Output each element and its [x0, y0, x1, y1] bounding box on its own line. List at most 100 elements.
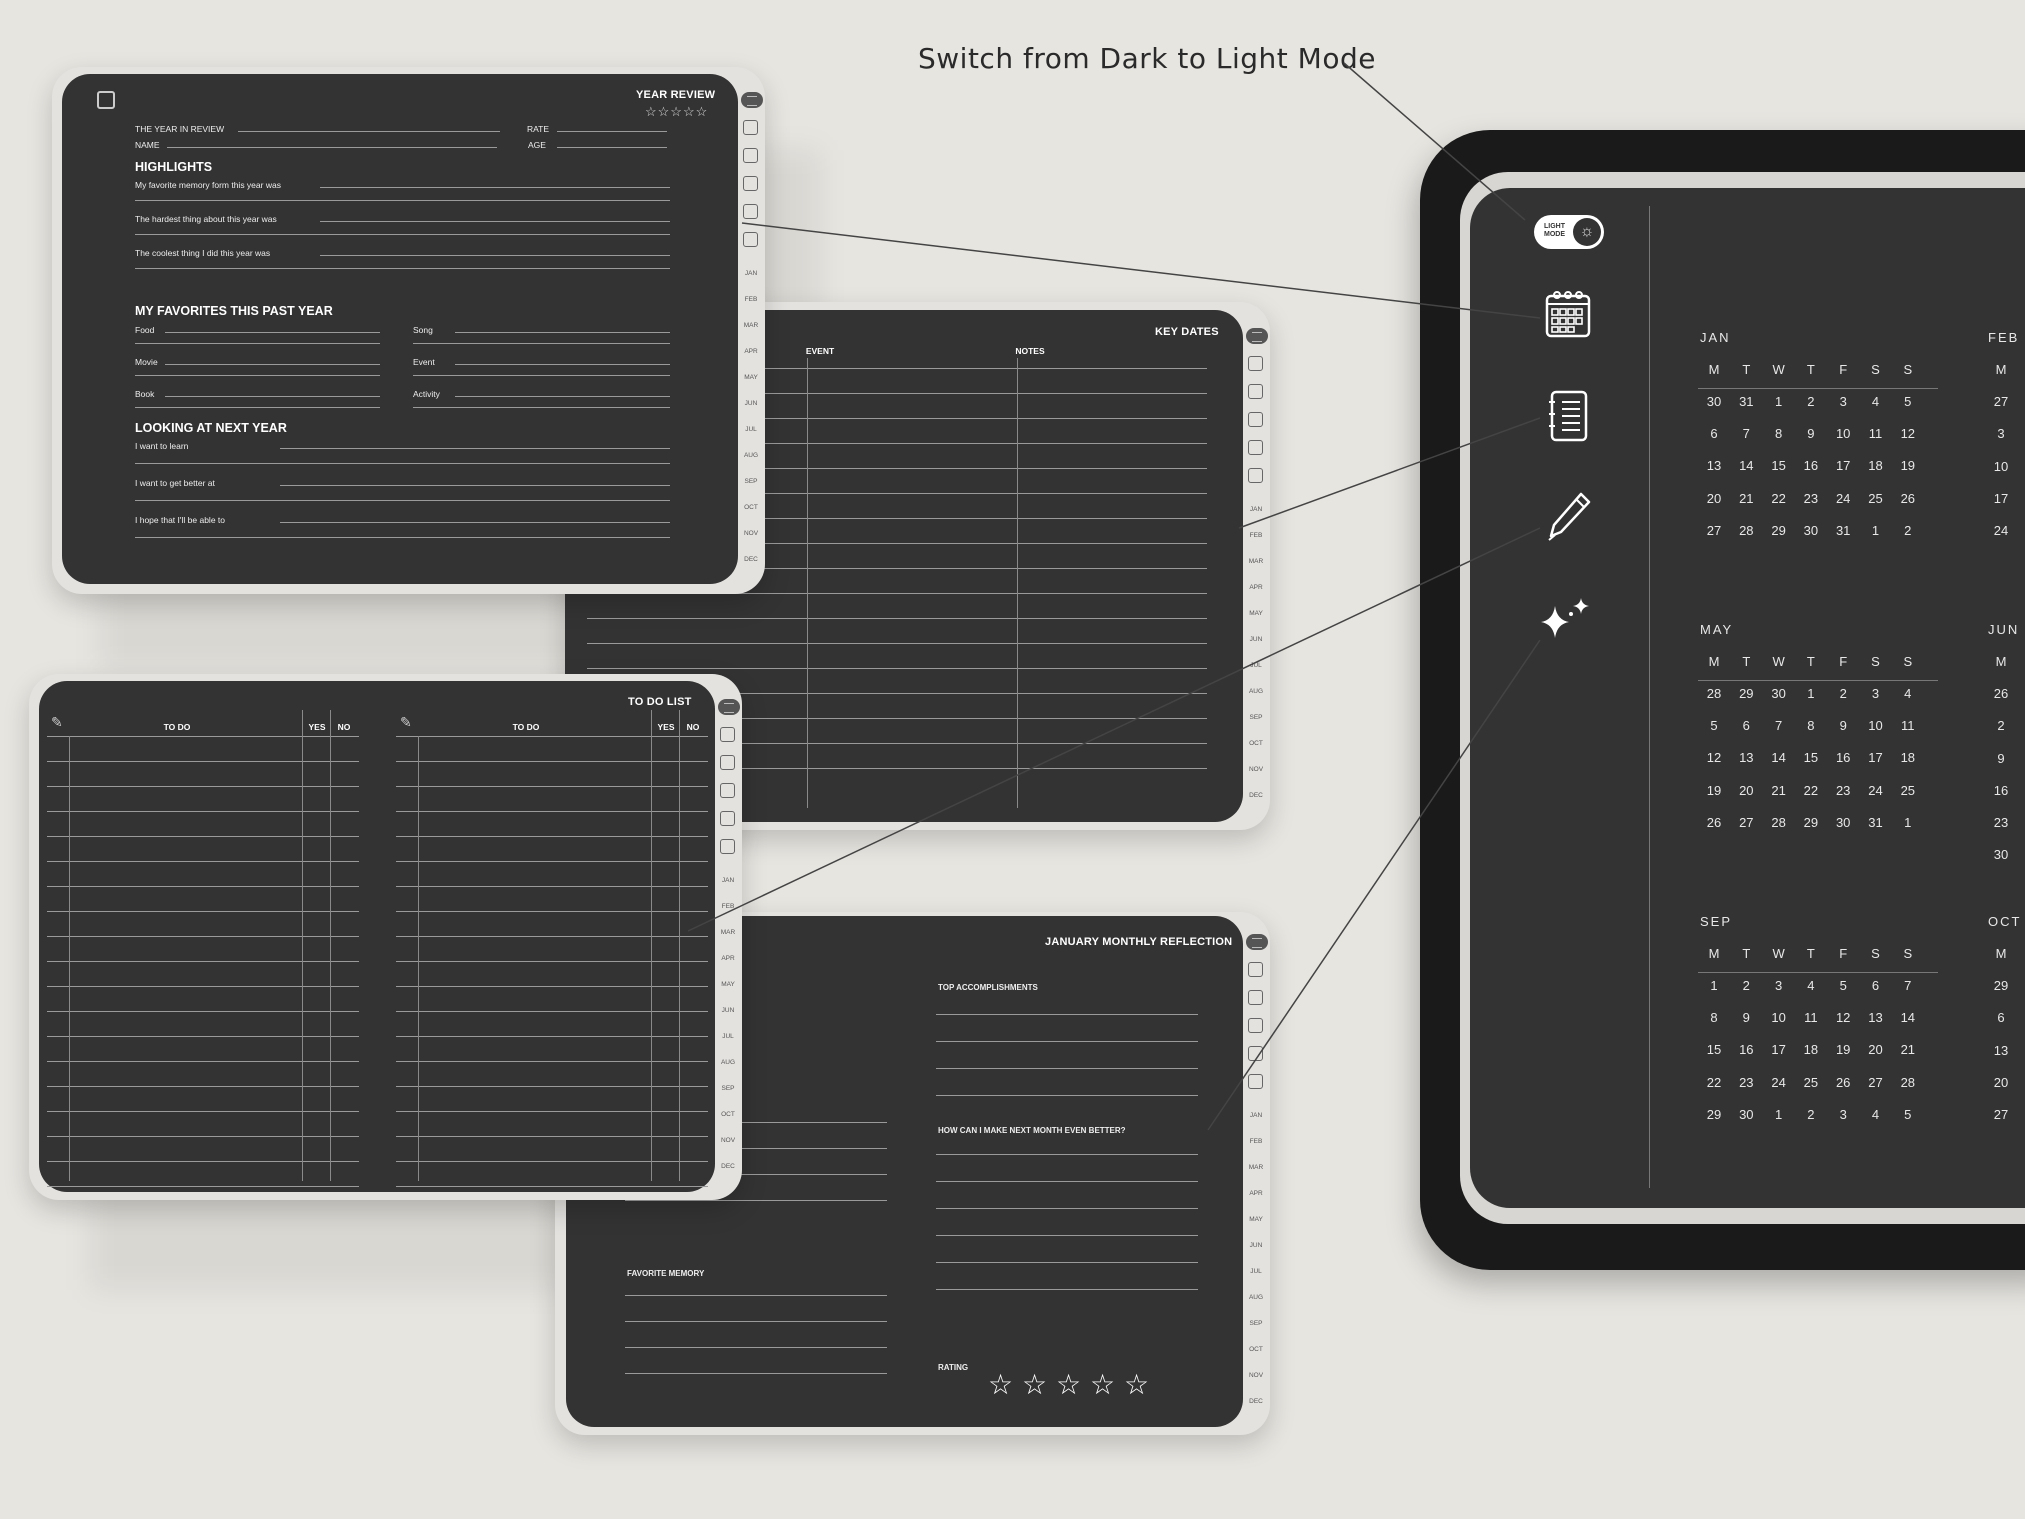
day-cell[interactable]: 11 — [1892, 718, 1924, 733]
day-cell[interactable]: 25 — [1892, 783, 1924, 798]
day-cell[interactable]: 29 — [1698, 1107, 1730, 1122]
day-cell[interactable]: 1 — [1892, 815, 1924, 830]
tab-icon[interactable] — [1248, 962, 1263, 977]
month-tab[interactable]: DEC — [714, 1163, 742, 1170]
month-tab[interactable]: MAR — [737, 322, 765, 329]
day-cell[interactable]: 5 — [1892, 1107, 1924, 1122]
day-cell[interactable]: 30 — [1698, 394, 1730, 409]
day-cell[interactable]: 9 — [1730, 1010, 1762, 1025]
day-cell[interactable]: 18 — [1860, 458, 1892, 473]
month-tab[interactable]: JUL — [714, 1033, 742, 1040]
day-cell[interactable]: 31 — [1860, 815, 1892, 830]
day-cell[interactable]: 23 — [1986, 815, 2016, 830]
day-cell[interactable]: 17 — [1827, 458, 1859, 473]
day-cell[interactable]: 27 — [1698, 523, 1730, 538]
month-tab[interactable]: AUG — [1242, 688, 1270, 695]
rating-star[interactable]: ☆ — [988, 1368, 1013, 1401]
accomplishments-lines[interactable] — [936, 992, 1198, 1112]
day-cell[interactable]: 30 — [1986, 847, 2016, 862]
day-cell[interactable]: 26 — [1986, 686, 2016, 701]
day-cell[interactable]: 29 — [1795, 815, 1827, 830]
day-cell[interactable]: 16 — [1986, 783, 2016, 798]
month-tab[interactable]: JUN — [714, 1007, 742, 1014]
day-cell[interactable]: 12 — [1892, 426, 1924, 441]
day-cell[interactable]: 20 — [1860, 1042, 1892, 1057]
pencil-icon[interactable] — [1545, 490, 1593, 542]
day-cell[interactable]: 20 — [1986, 1075, 2016, 1090]
menu-icon[interactable] — [1246, 934, 1268, 950]
day-cell[interactable]: 3 — [1986, 426, 2016, 441]
month-tab[interactable]: JUL — [1242, 662, 1270, 669]
day-cell[interactable]: 4 — [1860, 394, 1892, 409]
month-tab[interactable]: FEB — [737, 296, 765, 303]
day-cell[interactable]: 10 — [1763, 1010, 1795, 1025]
day-cell[interactable]: 6 — [1730, 718, 1762, 733]
day-cell[interactable]: 9 — [1795, 426, 1827, 441]
day-cell[interactable]: 13 — [1986, 1043, 2016, 1058]
day-cell[interactable]: 17 — [1763, 1042, 1795, 1057]
day-cell[interactable]: 15 — [1795, 750, 1827, 765]
tab-icon[interactable] — [1248, 1046, 1263, 1061]
month-tab[interactable]: DEC — [1242, 1398, 1270, 1405]
day-cell[interactable]: 1 — [1860, 523, 1892, 538]
day-cell[interactable]: 26 — [1698, 815, 1730, 830]
day-cell[interactable]: 5 — [1827, 978, 1859, 993]
todo-table-right[interactable]: ✎ TO DO YES NO — [396, 710, 711, 1187]
day-cell[interactable]: 2 — [1795, 1107, 1827, 1122]
day-cell[interactable]: 14 — [1763, 750, 1795, 765]
tab-icon[interactable] — [743, 176, 758, 191]
month-tab[interactable]: NOV — [1242, 766, 1270, 773]
month-tab[interactable]: MAY — [737, 374, 765, 381]
day-cell[interactable]: 19 — [1827, 1042, 1859, 1057]
day-cell[interactable]: 27 — [1860, 1075, 1892, 1090]
month-tab[interactable]: MAY — [714, 981, 742, 988]
tab-icon[interactable] — [1248, 384, 1263, 399]
day-cell[interactable]: 24 — [1827, 491, 1859, 506]
day-cell[interactable]: 26 — [1892, 491, 1924, 506]
day-cell[interactable]: 31 — [1730, 394, 1762, 409]
sparkle-icon[interactable] — [1541, 596, 1593, 640]
tab-icon[interactable] — [1248, 356, 1263, 371]
month-tab[interactable]: MAR — [1242, 558, 1270, 565]
year-rating-stars[interactable]: ☆☆☆☆☆ — [645, 104, 708, 120]
day-cell[interactable]: 24 — [1986, 523, 2016, 538]
day-cell[interactable]: 8 — [1795, 718, 1827, 733]
day-cell[interactable]: 24 — [1860, 783, 1892, 798]
day-cell[interactable]: 13 — [1698, 458, 1730, 473]
day-cell[interactable]: 26 — [1827, 1075, 1859, 1090]
day-cell[interactable]: 23 — [1827, 783, 1859, 798]
day-cell[interactable]: 5 — [1698, 718, 1730, 733]
day-cell[interactable]: 10 — [1827, 426, 1859, 441]
notebook-list-icon[interactable] — [1548, 390, 1590, 442]
day-cell[interactable]: 25 — [1860, 491, 1892, 506]
day-cell[interactable]: 19 — [1892, 458, 1924, 473]
month-tab[interactable]: JAN — [1242, 1112, 1270, 1119]
light-mode-toggle[interactable]: LIGHT MODE ☼ — [1534, 215, 1604, 249]
month-tab[interactable]: OCT — [1242, 740, 1270, 747]
day-cell[interactable]: 22 — [1698, 1075, 1730, 1090]
day-cell[interactable]: 2 — [1795, 394, 1827, 409]
day-cell[interactable]: 1 — [1763, 1107, 1795, 1122]
tab-icon[interactable] — [743, 120, 758, 135]
day-cell[interactable]: 7 — [1763, 718, 1795, 733]
day-cell[interactable]: 15 — [1763, 458, 1795, 473]
day-cell[interactable]: 16 — [1730, 1042, 1762, 1057]
month-tab[interactable]: APR — [737, 348, 765, 355]
day-cell[interactable]: 12 — [1698, 750, 1730, 765]
day-cell[interactable]: 4 — [1892, 686, 1924, 701]
month-tab[interactable]: JUN — [737, 400, 765, 407]
month-tab[interactable]: APR — [1242, 584, 1270, 591]
rating-star[interactable]: ☆ — [1056, 1368, 1081, 1401]
month-tab[interactable]: SEP — [737, 478, 765, 485]
tab-icon[interactable] — [720, 755, 735, 770]
day-cell[interactable]: 11 — [1860, 426, 1892, 441]
month-tab[interactable]: MAY — [1242, 610, 1270, 617]
better-month-lines[interactable] — [936, 1134, 1198, 1299]
highlights-lines[interactable]: My favorite memory form this year was The… — [135, 180, 670, 310]
tab-icon[interactable] — [1248, 990, 1263, 1005]
rating-star[interactable]: ☆ — [1090, 1368, 1115, 1401]
rating-star[interactable]: ☆ — [1124, 1368, 1149, 1401]
tab-icon[interactable] — [1248, 468, 1263, 483]
day-cell[interactable]: 5 — [1892, 394, 1924, 409]
favorite-memory-lines[interactable] — [625, 1277, 887, 1387]
